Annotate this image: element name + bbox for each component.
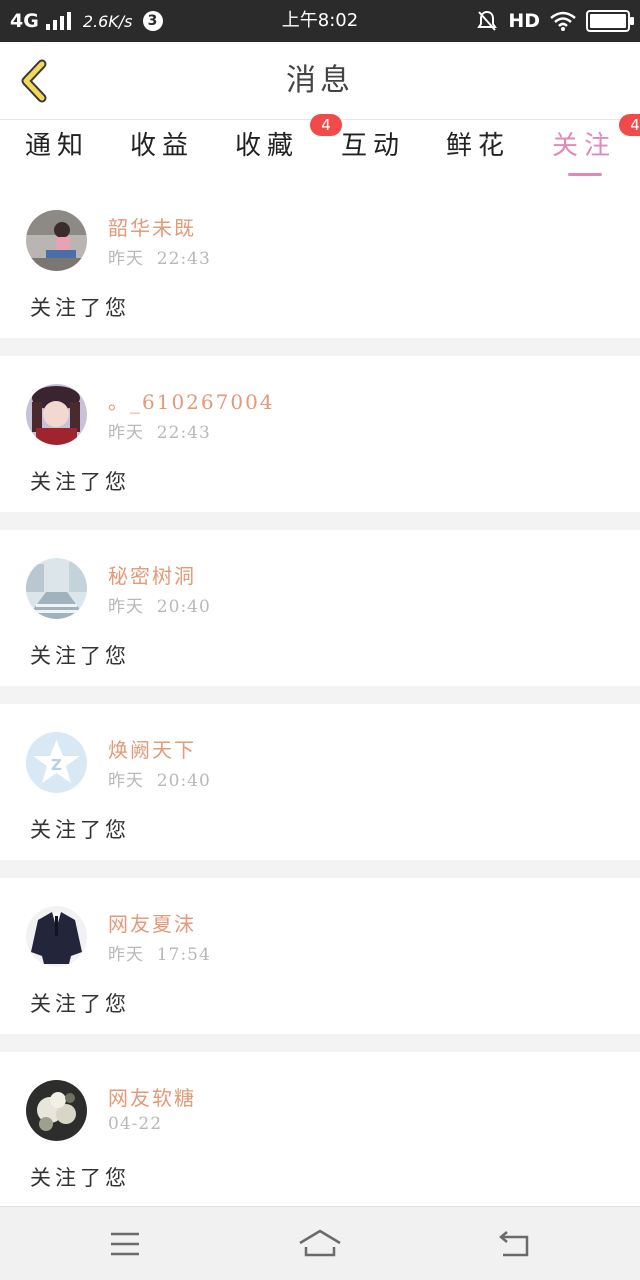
timestamp: 昨天 22:43 — [108, 423, 211, 443]
tab-earnings[interactable]: 收益 — [117, 120, 207, 182]
back-nav-button[interactable] — [493, 1225, 537, 1263]
list-item[interactable]: 秘密树洞 昨天 20:40 关注了您 — [0, 530, 640, 686]
jacket-photo-avatar-icon — [26, 906, 87, 967]
message-text: 关注了您 — [30, 296, 130, 320]
timestamp: 昨天 20:40 — [108, 597, 211, 617]
tab-label: 关注 — [551, 131, 616, 161]
photo-girl-avatar-icon — [26, 384, 87, 445]
avatar[interactable] — [26, 210, 87, 271]
avatar[interactable] — [26, 1080, 87, 1141]
home-button[interactable] — [298, 1225, 342, 1263]
battery-icon — [586, 10, 634, 32]
list-item[interactable]: 网友夏沫 昨天 17:54 关注了您 — [0, 878, 640, 1034]
home-icon — [299, 1229, 341, 1257]
tab-follow[interactable]: 关注 4 — [539, 114, 640, 182]
message-text: 关注了您 — [30, 1166, 130, 1190]
tab-bar: 通知 收益 收藏 4 互动 鲜花 关注 4 — [0, 114, 640, 182]
timestamp: 04-22 — [108, 1114, 163, 1134]
photo-girl-avatar-icon — [26, 210, 87, 271]
svg-text:Z: Z — [51, 756, 62, 774]
list-item[interactable]: 韶华未既 昨天 22:43 关注了您 — [0, 182, 640, 338]
user-name[interactable]: 网友夏沫 — [108, 908, 196, 937]
back-icon — [499, 1231, 529, 1257]
mute-bell-icon — [477, 10, 498, 31]
list-item[interactable]: 。_610267004 昨天 22:43 关注了您 — [0, 356, 640, 512]
avatar[interactable] — [26, 906, 87, 967]
list-item[interactable]: 网友软糖 04-22 关注了您 — [0, 1052, 640, 1208]
tab-badge: 4 — [619, 114, 640, 136]
user-name[interactable]: 。_610267004 — [108, 386, 275, 415]
user-name[interactable]: 网友软糖 — [108, 1082, 196, 1111]
active-tab-indicator — [568, 173, 602, 176]
list-item[interactable]: Z 焕阙天下 昨天 20:40 关注了您 — [0, 704, 640, 860]
tab-label: 通知 — [24, 131, 89, 161]
page-title: 消息 — [286, 63, 354, 98]
tab-label: 收藏 — [234, 131, 299, 161]
menu-button[interactable] — [103, 1225, 147, 1263]
user-name[interactable]: 秘密树洞 — [108, 560, 196, 589]
tab-label: 收益 — [129, 131, 194, 161]
tab-label: 互动 — [340, 131, 405, 161]
user-name[interactable]: 焕阙天下 — [108, 734, 196, 763]
message-text: 关注了您 — [30, 992, 130, 1016]
message-text: 关注了您 — [30, 644, 130, 668]
message-text: 关注了您 — [30, 818, 130, 842]
header: 消息 — [0, 42, 640, 120]
qq-default-avatar-icon: Z — [26, 732, 87, 793]
tab-interactions[interactable]: 互动 — [328, 120, 418, 182]
street-photo-avatar-icon — [26, 558, 87, 619]
flowers-photo-avatar-icon — [26, 1080, 87, 1141]
timestamp: 昨天 20:40 — [108, 771, 211, 791]
tab-notice[interactable]: 通知 — [12, 120, 102, 182]
menu-icon — [111, 1232, 139, 1256]
timestamp: 昨天 22:43 — [108, 249, 211, 269]
avatar[interactable]: Z — [26, 732, 87, 793]
wifi-icon — [550, 11, 576, 31]
tab-favorites[interactable]: 收藏 4 — [222, 114, 342, 182]
avatar[interactable] — [26, 558, 87, 619]
tab-label: 鲜花 — [445, 131, 510, 161]
avatar[interactable] — [26, 384, 87, 445]
hd-label: HD — [508, 10, 540, 32]
status-right: HD — [476, 0, 634, 42]
user-name[interactable]: 韶华未既 — [108, 212, 196, 241]
message-text: 关注了您 — [30, 470, 130, 494]
status-bar: 4G 2.6K/s 3 上午8:02 HD — [0, 0, 640, 42]
tab-flowers[interactable]: 鲜花 — [433, 120, 523, 182]
timestamp: 昨天 17:54 — [108, 945, 211, 965]
system-nav-bar — [0, 1206, 640, 1280]
